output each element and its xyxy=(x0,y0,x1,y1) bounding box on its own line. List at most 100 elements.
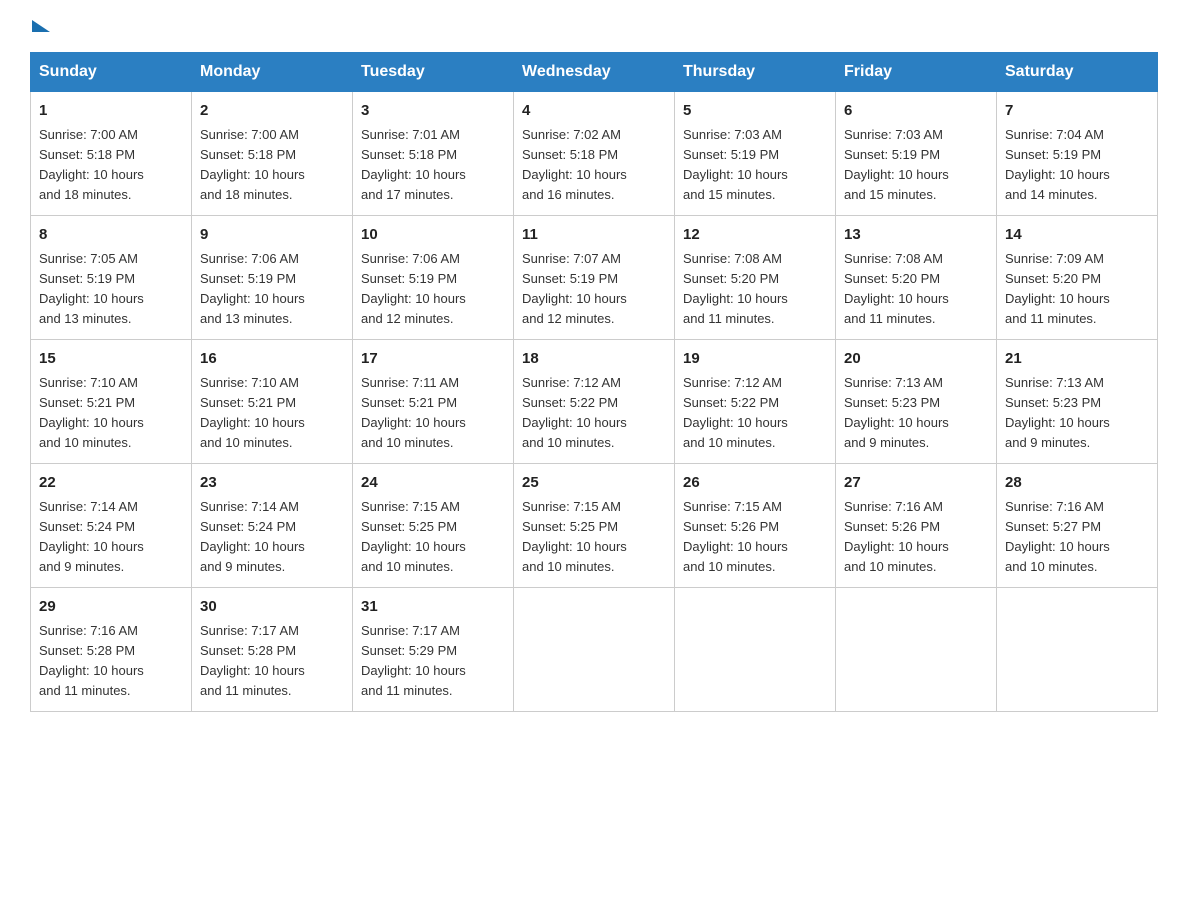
calendar-cell: 26Sunrise: 7:15 AMSunset: 5:26 PMDayligh… xyxy=(675,464,836,588)
calendar-cell: 13Sunrise: 7:08 AMSunset: 5:20 PMDayligh… xyxy=(836,216,997,340)
day-number: 15 xyxy=(39,348,183,371)
calendar-cell: 29Sunrise: 7:16 AMSunset: 5:28 PMDayligh… xyxy=(31,588,192,712)
header-day-thursday: Thursday xyxy=(675,53,836,92)
day-number: 17 xyxy=(361,348,505,371)
day-number: 20 xyxy=(844,348,988,371)
day-info: Sunrise: 7:06 AMSunset: 5:19 PMDaylight:… xyxy=(200,249,344,330)
day-info: Sunrise: 7:12 AMSunset: 5:22 PMDaylight:… xyxy=(683,373,827,454)
day-number: 10 xyxy=(361,224,505,247)
calendar-cell: 24Sunrise: 7:15 AMSunset: 5:25 PMDayligh… xyxy=(353,464,514,588)
day-info: Sunrise: 7:05 AMSunset: 5:19 PMDaylight:… xyxy=(39,249,183,330)
header-day-friday: Friday xyxy=(836,53,997,92)
calendar-cell: 16Sunrise: 7:10 AMSunset: 5:21 PMDayligh… xyxy=(192,340,353,464)
calendar-cell: 20Sunrise: 7:13 AMSunset: 5:23 PMDayligh… xyxy=(836,340,997,464)
calendar-cell: 23Sunrise: 7:14 AMSunset: 5:24 PMDayligh… xyxy=(192,464,353,588)
day-number: 24 xyxy=(361,472,505,495)
logo xyxy=(30,20,50,32)
calendar-cell: 28Sunrise: 7:16 AMSunset: 5:27 PMDayligh… xyxy=(997,464,1158,588)
day-info: Sunrise: 7:09 AMSunset: 5:20 PMDaylight:… xyxy=(1005,249,1149,330)
calendar-table: SundayMondayTuesdayWednesdayThursdayFrid… xyxy=(30,52,1158,712)
day-info: Sunrise: 7:13 AMSunset: 5:23 PMDaylight:… xyxy=(1005,373,1149,454)
day-info: Sunrise: 7:10 AMSunset: 5:21 PMDaylight:… xyxy=(200,373,344,454)
calendar-cell: 8Sunrise: 7:05 AMSunset: 5:19 PMDaylight… xyxy=(31,216,192,340)
day-info: Sunrise: 7:10 AMSunset: 5:21 PMDaylight:… xyxy=(39,373,183,454)
day-info: Sunrise: 7:03 AMSunset: 5:19 PMDaylight:… xyxy=(844,125,988,206)
day-number: 13 xyxy=(844,224,988,247)
day-number: 14 xyxy=(1005,224,1149,247)
header-day-tuesday: Tuesday xyxy=(353,53,514,92)
day-info: Sunrise: 7:14 AMSunset: 5:24 PMDaylight:… xyxy=(200,497,344,578)
day-info: Sunrise: 7:16 AMSunset: 5:26 PMDaylight:… xyxy=(844,497,988,578)
day-info: Sunrise: 7:17 AMSunset: 5:28 PMDaylight:… xyxy=(200,621,344,702)
day-number: 31 xyxy=(361,596,505,619)
calendar-cell: 27Sunrise: 7:16 AMSunset: 5:26 PMDayligh… xyxy=(836,464,997,588)
calendar-cell: 3Sunrise: 7:01 AMSunset: 5:18 PMDaylight… xyxy=(353,92,514,216)
calendar-cell xyxy=(997,588,1158,712)
day-number: 23 xyxy=(200,472,344,495)
day-number: 9 xyxy=(200,224,344,247)
calendar-cell: 15Sunrise: 7:10 AMSunset: 5:21 PMDayligh… xyxy=(31,340,192,464)
day-info: Sunrise: 7:00 AMSunset: 5:18 PMDaylight:… xyxy=(200,125,344,206)
calendar-cell: 7Sunrise: 7:04 AMSunset: 5:19 PMDaylight… xyxy=(997,92,1158,216)
day-info: Sunrise: 7:04 AMSunset: 5:19 PMDaylight:… xyxy=(1005,125,1149,206)
calendar-cell: 22Sunrise: 7:14 AMSunset: 5:24 PMDayligh… xyxy=(31,464,192,588)
calendar-cell: 10Sunrise: 7:06 AMSunset: 5:19 PMDayligh… xyxy=(353,216,514,340)
day-number: 5 xyxy=(683,100,827,123)
calendar-week-1: 1Sunrise: 7:00 AMSunset: 5:18 PMDaylight… xyxy=(31,92,1158,216)
calendar-cell: 6Sunrise: 7:03 AMSunset: 5:19 PMDaylight… xyxy=(836,92,997,216)
calendar-cell xyxy=(675,588,836,712)
day-info: Sunrise: 7:16 AMSunset: 5:27 PMDaylight:… xyxy=(1005,497,1149,578)
calendar-body: 1Sunrise: 7:00 AMSunset: 5:18 PMDaylight… xyxy=(31,92,1158,712)
day-number: 19 xyxy=(683,348,827,371)
day-number: 30 xyxy=(200,596,344,619)
day-info: Sunrise: 7:15 AMSunset: 5:25 PMDaylight:… xyxy=(361,497,505,578)
day-info: Sunrise: 7:08 AMSunset: 5:20 PMDaylight:… xyxy=(683,249,827,330)
day-number: 12 xyxy=(683,224,827,247)
header-day-saturday: Saturday xyxy=(997,53,1158,92)
calendar-cell: 31Sunrise: 7:17 AMSunset: 5:29 PMDayligh… xyxy=(353,588,514,712)
day-info: Sunrise: 7:02 AMSunset: 5:18 PMDaylight:… xyxy=(522,125,666,206)
calendar-cell: 19Sunrise: 7:12 AMSunset: 5:22 PMDayligh… xyxy=(675,340,836,464)
day-number: 8 xyxy=(39,224,183,247)
day-info: Sunrise: 7:07 AMSunset: 5:19 PMDaylight:… xyxy=(522,249,666,330)
day-number: 21 xyxy=(1005,348,1149,371)
day-number: 29 xyxy=(39,596,183,619)
day-info: Sunrise: 7:15 AMSunset: 5:25 PMDaylight:… xyxy=(522,497,666,578)
day-number: 27 xyxy=(844,472,988,495)
day-number: 11 xyxy=(522,224,666,247)
page-header xyxy=(30,20,1158,32)
day-info: Sunrise: 7:13 AMSunset: 5:23 PMDaylight:… xyxy=(844,373,988,454)
logo-arrow-icon xyxy=(32,20,50,32)
day-number: 16 xyxy=(200,348,344,371)
calendar-cell: 12Sunrise: 7:08 AMSunset: 5:20 PMDayligh… xyxy=(675,216,836,340)
day-number: 26 xyxy=(683,472,827,495)
day-number: 22 xyxy=(39,472,183,495)
day-number: 2 xyxy=(200,100,344,123)
calendar-header: SundayMondayTuesdayWednesdayThursdayFrid… xyxy=(31,53,1158,92)
calendar-week-3: 15Sunrise: 7:10 AMSunset: 5:21 PMDayligh… xyxy=(31,340,1158,464)
day-info: Sunrise: 7:08 AMSunset: 5:20 PMDaylight:… xyxy=(844,249,988,330)
header-row: SundayMondayTuesdayWednesdayThursdayFrid… xyxy=(31,53,1158,92)
day-number: 3 xyxy=(361,100,505,123)
day-number: 28 xyxy=(1005,472,1149,495)
day-number: 18 xyxy=(522,348,666,371)
header-day-sunday: Sunday xyxy=(31,53,192,92)
day-info: Sunrise: 7:00 AMSunset: 5:18 PMDaylight:… xyxy=(39,125,183,206)
day-info: Sunrise: 7:16 AMSunset: 5:28 PMDaylight:… xyxy=(39,621,183,702)
day-info: Sunrise: 7:15 AMSunset: 5:26 PMDaylight:… xyxy=(683,497,827,578)
calendar-cell xyxy=(836,588,997,712)
day-number: 6 xyxy=(844,100,988,123)
calendar-cell: 5Sunrise: 7:03 AMSunset: 5:19 PMDaylight… xyxy=(675,92,836,216)
day-number: 25 xyxy=(522,472,666,495)
day-info: Sunrise: 7:01 AMSunset: 5:18 PMDaylight:… xyxy=(361,125,505,206)
calendar-week-5: 29Sunrise: 7:16 AMSunset: 5:28 PMDayligh… xyxy=(31,588,1158,712)
day-info: Sunrise: 7:12 AMSunset: 5:22 PMDaylight:… xyxy=(522,373,666,454)
calendar-cell: 11Sunrise: 7:07 AMSunset: 5:19 PMDayligh… xyxy=(514,216,675,340)
calendar-week-2: 8Sunrise: 7:05 AMSunset: 5:19 PMDaylight… xyxy=(31,216,1158,340)
day-number: 1 xyxy=(39,100,183,123)
header-day-monday: Monday xyxy=(192,53,353,92)
calendar-cell: 25Sunrise: 7:15 AMSunset: 5:25 PMDayligh… xyxy=(514,464,675,588)
calendar-cell: 14Sunrise: 7:09 AMSunset: 5:20 PMDayligh… xyxy=(997,216,1158,340)
calendar-cell: 30Sunrise: 7:17 AMSunset: 5:28 PMDayligh… xyxy=(192,588,353,712)
day-number: 4 xyxy=(522,100,666,123)
